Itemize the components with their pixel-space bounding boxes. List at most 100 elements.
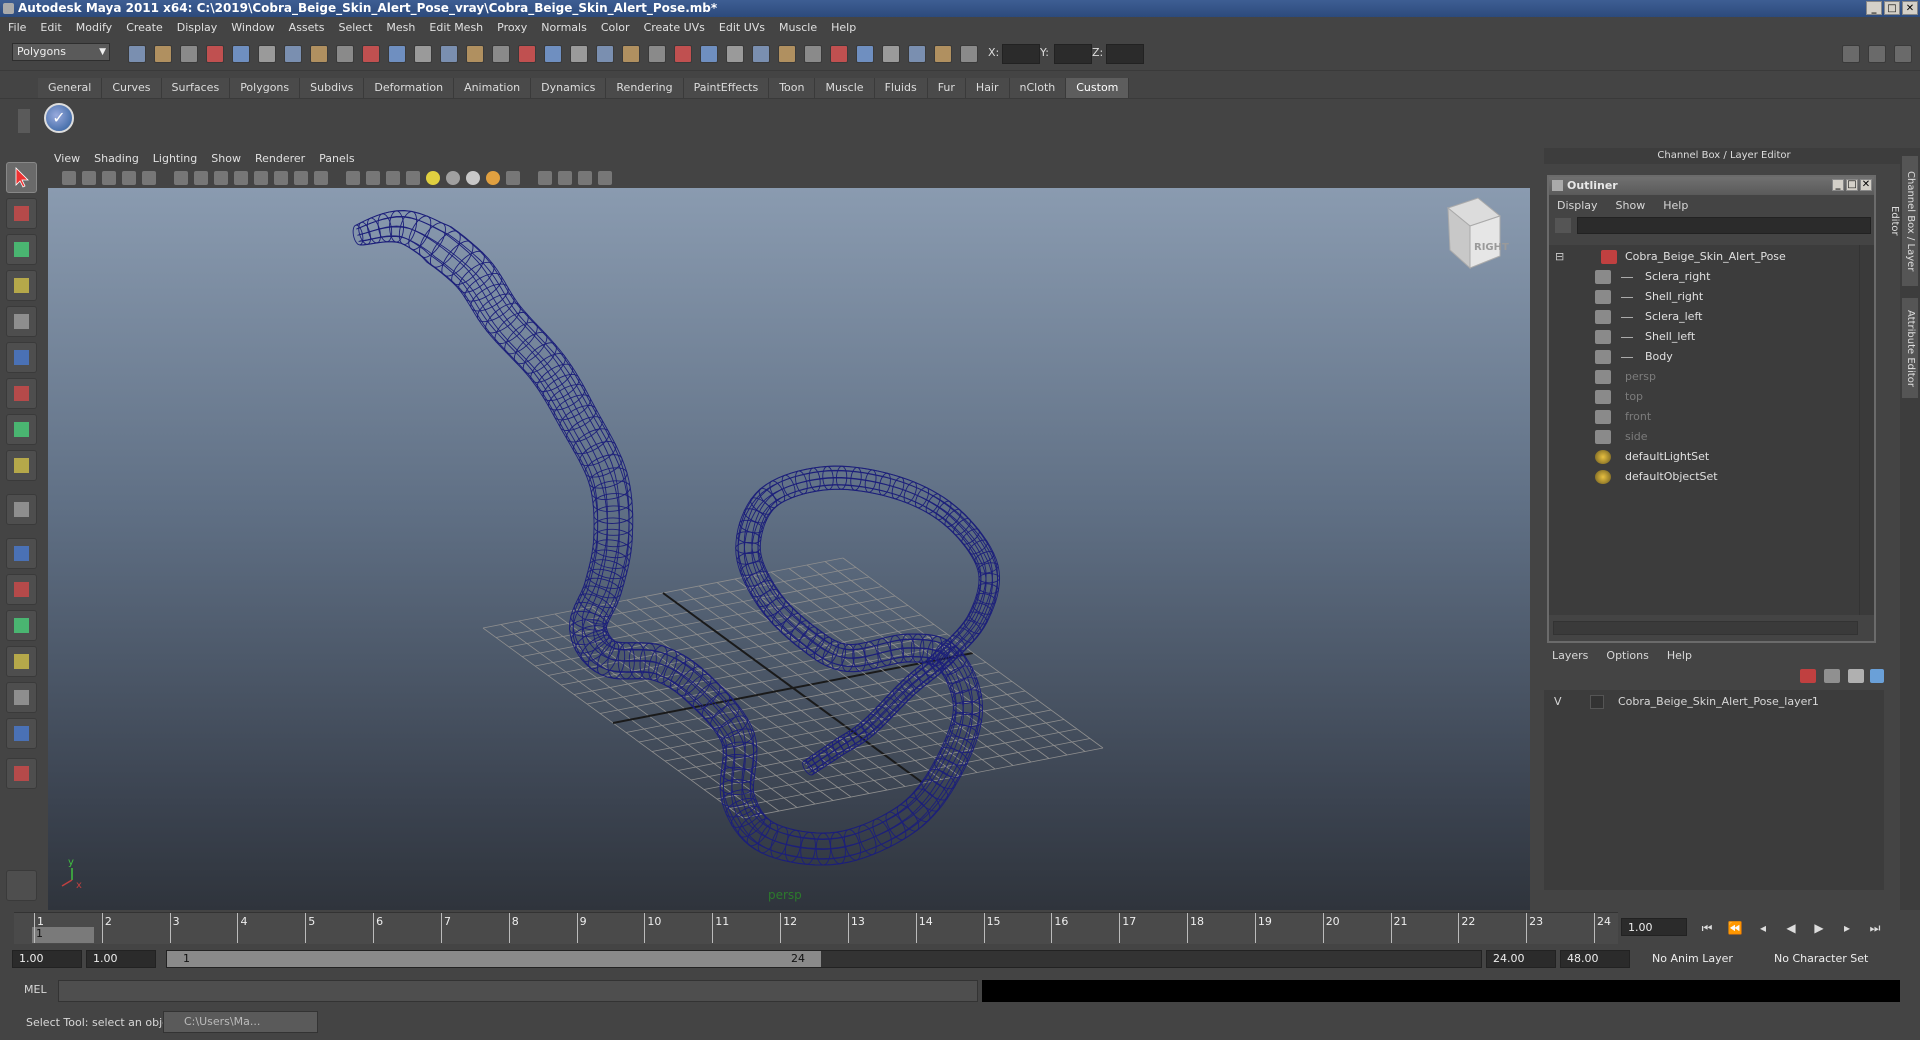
layers-menu-help[interactable]: Help (1667, 649, 1692, 662)
outliner-list[interactable]: ⊟ Cobra_Beige_Skin_Alert_Pose Sclera_right… (1549, 245, 1859, 615)
transform-icon[interactable] (700, 45, 718, 63)
minimize-button[interactable]: _ (1866, 1, 1882, 15)
menu-normals[interactable]: Normals (541, 21, 587, 34)
outliner-persp-layout-icon[interactable] (6, 610, 37, 641)
new-scene-icon[interactable] (128, 45, 146, 63)
shelf-tab-custom[interactable]: Custom (1066, 78, 1130, 98)
layer-add-icon[interactable] (1870, 669, 1884, 683)
outliner-close-button[interactable]: ✕ (1860, 179, 1872, 191)
range-slider[interactable]: 1 24 (166, 950, 1482, 968)
anim-layer-dropdown[interactable]: No Anim Layer (1648, 950, 1758, 968)
layer-visibility-toggle[interactable]: V (1554, 692, 1562, 712)
snap-plane-icon[interactable] (388, 45, 406, 63)
close-button[interactable]: ✕ (1902, 1, 1918, 15)
save-scene-icon[interactable] (180, 45, 198, 63)
viewport-tool-icon[interactable] (426, 171, 440, 185)
viewport-tool-icon[interactable] (538, 171, 552, 185)
wireframe-icon[interactable] (882, 45, 900, 63)
outliner-menu-help[interactable]: Help (1663, 199, 1688, 212)
hypershade-window-icon[interactable] (804, 45, 822, 63)
y-input[interactable] (1054, 44, 1092, 64)
outliner-item[interactable]: defaultLightSet (1549, 447, 1849, 467)
step-back-frame-icon[interactable]: ◂ (1754, 920, 1772, 936)
menu-set-selector[interactable]: Polygons ▼ (12, 43, 110, 61)
render-globals-icon[interactable] (830, 45, 848, 63)
snap-point-icon[interactable] (362, 45, 380, 63)
go-to-start-icon[interactable]: ⏮ (1698, 920, 1716, 936)
render-settings-icon[interactable] (570, 45, 588, 63)
outliner-title-bar[interactable]: Outliner _ □ ✕ (1549, 177, 1874, 195)
scale-tool-icon[interactable] (6, 342, 37, 373)
lock-selection-icon[interactable] (284, 45, 302, 63)
shelf-tab-animation[interactable]: Animation (454, 78, 532, 98)
viewport-menu-shading[interactable]: Shading (94, 152, 139, 165)
shelf-menu-icon[interactable] (18, 109, 30, 133)
go-to-end-icon[interactable]: ⏭ (1866, 920, 1884, 936)
ipr-render-icon[interactable] (544, 45, 562, 63)
viewport-tool-icon[interactable] (466, 171, 480, 185)
graph-persp-layout-icon[interactable] (6, 646, 37, 677)
taskbar-window-button[interactable]: C:\Users\Ma... (163, 1011, 318, 1033)
outliner-menu-display[interactable]: Display (1557, 199, 1598, 212)
viewport-tool-icon[interactable] (558, 171, 572, 185)
menu-display[interactable]: Display (177, 21, 218, 34)
viewport-tool-icon[interactable] (446, 171, 460, 185)
rotate-icon[interactable] (726, 45, 744, 63)
render-region-icon[interactable] (856, 45, 874, 63)
menu-edit-mesh[interactable]: Edit Mesh (429, 21, 483, 34)
shelf-tab-muscle[interactable]: Muscle (815, 78, 875, 98)
new-layer-selected-icon[interactable] (1848, 669, 1864, 683)
outliner-item[interactable]: top (1549, 387, 1849, 407)
current-time-field[interactable]: 1.00 (1621, 918, 1687, 936)
hypershade-icon[interactable] (596, 45, 614, 63)
snap-grid-icon[interactable] (310, 45, 328, 63)
select-tool-icon[interactable] (6, 162, 37, 193)
command-language-toggle[interactable]: MEL (24, 983, 47, 996)
open-scene-icon[interactable] (154, 45, 172, 63)
viewport-tool-icon[interactable] (486, 171, 500, 185)
sculpt-icon[interactable] (622, 45, 640, 63)
outliner-horizontal-scrollbar[interactable] (1553, 621, 1858, 635)
menu-select[interactable]: Select (338, 21, 372, 34)
move-tool-icon[interactable] (6, 270, 37, 301)
last-tool-icon[interactable] (6, 494, 37, 525)
viewport-menu-view[interactable]: View (54, 152, 80, 165)
viewport-tool-icon[interactable] (274, 171, 288, 185)
show-manip-icon[interactable] (6, 450, 37, 481)
shelf-tab-hair[interactable]: Hair (965, 78, 1010, 98)
viewport-tool-icon[interactable] (506, 171, 520, 185)
viewport-tool-icon[interactable] (254, 171, 268, 185)
soft-mod-icon[interactable] (6, 414, 37, 445)
layers-menu-layers[interactable]: Layers (1552, 649, 1588, 662)
viewport-tool-icon[interactable] (194, 171, 208, 185)
viewport-tool-icon[interactable] (294, 171, 308, 185)
magnet-icon[interactable] (674, 45, 692, 63)
persp-outliner-layout-icon[interactable] (6, 682, 37, 713)
menu-edit[interactable]: Edit (40, 21, 61, 34)
playback-start-field[interactable]: 1.00 (86, 950, 156, 968)
viewport-tool-icon[interactable] (174, 171, 188, 185)
outliner-item[interactable]: defaultObjectSet (1549, 467, 1849, 487)
viewport-tool-icon[interactable] (214, 171, 228, 185)
command-input[interactable] (58, 980, 978, 1002)
range-slider-handle[interactable]: 1 24 (167, 951, 821, 967)
viewport-tool-icon[interactable] (82, 171, 96, 185)
collapse-icon[interactable]: ⊟ (1555, 247, 1564, 267)
menu-create[interactable]: Create (126, 21, 163, 34)
viewport-tool-icon[interactable] (102, 171, 116, 185)
select-object-icon[interactable] (232, 45, 250, 63)
history-icon[interactable] (492, 45, 510, 63)
shelf-tab-general[interactable]: General (38, 78, 103, 98)
view-cube[interactable]: RIGHT (1446, 197, 1509, 270)
viewport-tool-icon[interactable] (346, 171, 360, 185)
viewport-menu-renderer[interactable]: Renderer (255, 152, 305, 165)
perspective-viewport[interactable]: RIGHT y x persp (48, 188, 1530, 910)
scene-canvas[interactable]: RIGHT y x (48, 188, 1530, 910)
single-pane-layout-icon[interactable] (6, 538, 37, 569)
menu-muscle[interactable]: Muscle (779, 21, 817, 34)
z-input[interactable] (1106, 44, 1144, 64)
menu-edit-uvs[interactable]: Edit UVs (719, 21, 765, 34)
viewport-menu-panels[interactable]: Panels (319, 152, 354, 165)
playback-end-field[interactable]: 24.00 (1486, 950, 1556, 968)
show-attribute-editor-icon[interactable] (1842, 45, 1860, 63)
